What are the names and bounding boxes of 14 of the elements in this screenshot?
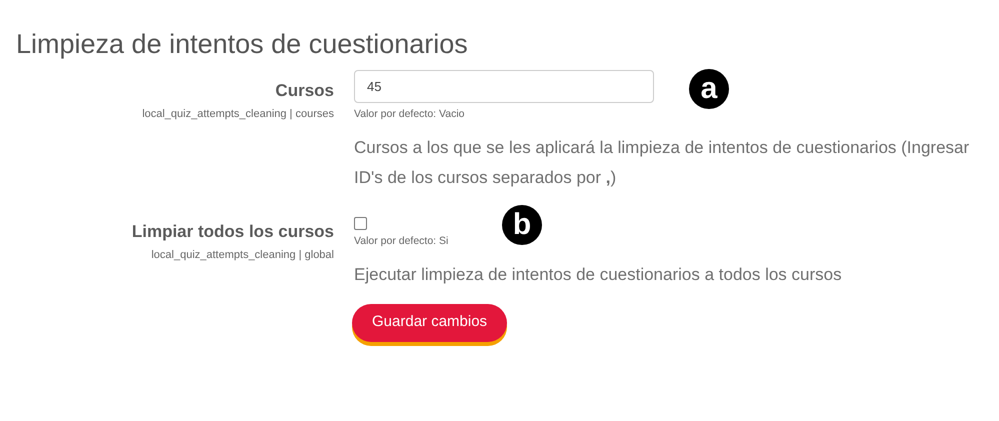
page-title: Limpieza de intentos de cuestionarios <box>16 28 469 61</box>
setting-description: Cursos a los que se les aplicará la limpieza de intentos de cuestionarios (Ingresar ID's de los cursos separados por ,) <box>354 136 970 189</box>
courses-field[interactable]: 45 <box>354 70 654 103</box>
setting-id: local_quiz_attempts_cleaning | courses <box>142 107 334 122</box>
setting-description: Ejecutar limpieza de intentos de cuestionarios a todos los cursos <box>354 264 843 286</box>
setting-id: local_quiz_attempts_cleaning | global <box>151 248 334 263</box>
setting-label: Cursos <box>275 80 334 102</box>
checkbox[interactable] <box>354 216 367 230</box>
annotation-marker: b <box>502 204 542 245</box>
default-value-note: Valor por defecto: Vacio <box>354 107 465 122</box>
default-value-note: Valor por defecto: Si <box>354 234 448 249</box>
annotation-marker: a <box>689 69 729 109</box>
save-button[interactable]: Guardar cambios <box>352 304 508 342</box>
setting-label: Limpiar todos los cursos <box>132 220 334 243</box>
